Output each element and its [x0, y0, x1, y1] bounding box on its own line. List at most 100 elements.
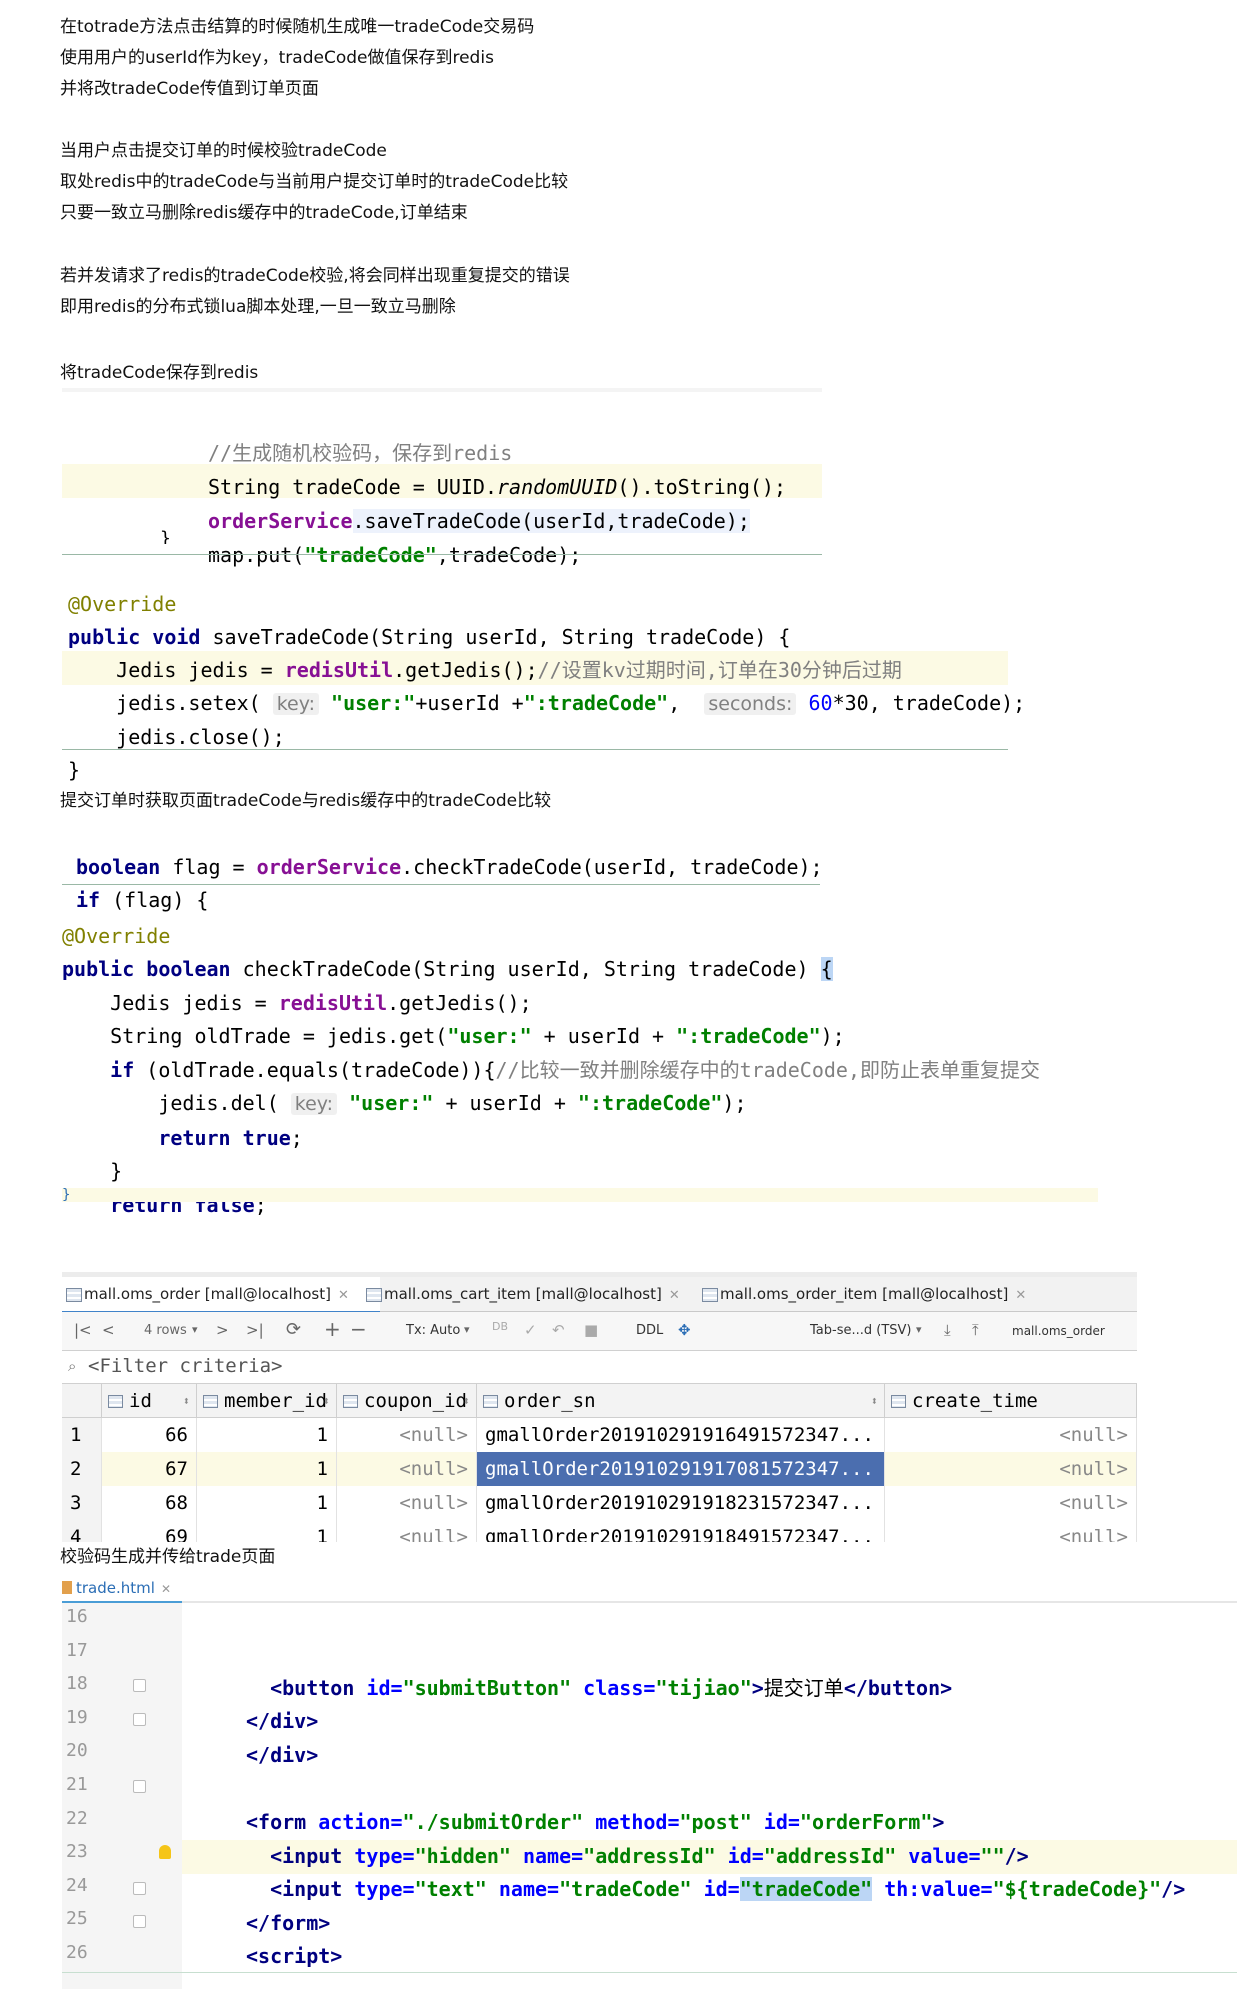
table-name-label: mall.oms_order	[1012, 1324, 1105, 1338]
close-icon[interactable]: ✕	[669, 1288, 680, 1303]
table-icon	[366, 1288, 382, 1302]
note-line: 取处redis中的tradeCode与当前用户提交订单时的tradeCode比较	[60, 172, 569, 192]
cell-coupon-id[interactable]: <null>	[337, 1486, 477, 1520]
cell-coupon-id[interactable]: <null>	[337, 1520, 477, 1542]
code-line: String tradeCode = UUID.randomUUID().toS…	[208, 475, 786, 499]
close-icon[interactable]: ✕	[1015, 1288, 1026, 1303]
cell-id[interactable]: 68	[102, 1486, 197, 1520]
line-number: 24	[66, 1874, 88, 1896]
cell-member-id[interactable]: 1	[197, 1486, 337, 1520]
column-header-member-id[interactable]: member_id ⬍	[197, 1384, 337, 1418]
chevron-down-icon: ▾	[464, 1323, 470, 1336]
cell-create-time[interactable]: <null>	[885, 1418, 1137, 1452]
commit-icon[interactable]: ✓	[524, 1321, 537, 1339]
cell-order-sn[interactable]: gmallOrder201910291916491572347...	[477, 1418, 885, 1452]
key-column-icon	[108, 1395, 123, 1408]
sort-icon[interactable]: ⬍	[463, 1384, 470, 1418]
fold-icon[interactable]	[133, 1679, 146, 1692]
row-number: 1	[62, 1418, 102, 1452]
tab-oms-order-item[interactable]: mall.oms_order_item [mall@localhost] ✕	[698, 1277, 1050, 1311]
table-row[interactable]: 4 69 1 <null> gmallOrder20191029191849157234…	[62, 1520, 1137, 1542]
line-number: 21	[66, 1774, 88, 1795]
lightbulb-icon[interactable]	[159, 1845, 171, 1859]
rollback-icon[interactable]: ↶	[552, 1321, 565, 1339]
cell-coupon-id[interactable]: <null>	[337, 1452, 477, 1486]
filter-bar[interactable]: ⌕ <Filter criteria>	[62, 1351, 1137, 1384]
download-icon[interactable]: ⤓	[944, 1321, 951, 1339]
column-header-order-sn[interactable]: order_sn ⬍	[477, 1384, 885, 1418]
column-header-id[interactable]: id ⬍	[102, 1384, 197, 1418]
line-number: 25	[66, 1908, 88, 1930]
sort-icon[interactable]: ⬍	[871, 1384, 878, 1418]
cell-member-id[interactable]: 1	[197, 1520, 337, 1542]
code-line: public void saveTradeCode(String userId,…	[68, 625, 791, 649]
db-tab-bar: mall.oms_order [mall@localhost] ✕ mall.om…	[62, 1277, 1137, 1314]
column-header-coupon-id[interactable]: coupon_id ⬍	[337, 1384, 477, 1418]
close-icon[interactable]: ✕	[161, 1582, 171, 1596]
cell-id[interactable]: 69	[102, 1520, 197, 1542]
cell-create-time[interactable]: <null>	[885, 1520, 1137, 1542]
cell-order-sn[interactable]: gmallOrder201910291918491572347...	[477, 1520, 885, 1542]
html-file-icon	[62, 1581, 72, 1594]
column-icon	[483, 1395, 498, 1408]
fold-icon[interactable]	[133, 1882, 146, 1895]
fold-icon[interactable]	[133, 1915, 146, 1928]
sort-icon[interactable]: ⬍	[183, 1384, 190, 1418]
tab-oms-order[interactable]: mall.oms_order [mall@localhost] ✕	[62, 1277, 380, 1314]
code-line: jedis.del( key: "user:" + userId + ":tra…	[158, 1091, 747, 1115]
table-row[interactable]: 1 66 1 <null> gmallOrder20191029191649157234…	[62, 1418, 1137, 1452]
note-paragraph-1: 在totrade方法点击结算的时候随机生成唯一tradeCode交易码 使用用户…	[60, 12, 534, 105]
refresh-icon[interactable]: ⟳	[286, 1319, 301, 1340]
stop-icon[interactable]: ■	[584, 1321, 598, 1339]
first-page-icon[interactable]: |<	[74, 1321, 92, 1339]
previous-page-icon[interactable]: <	[102, 1321, 115, 1339]
note-line: 当用户点击提交订单的时候校验tradeCode	[60, 141, 387, 161]
sort-icon[interactable]: ⬍	[323, 1384, 330, 1418]
code-line: Jedis jedis = redisUtil.getJedis();//设置k…	[116, 658, 902, 682]
db-icon[interactable]: DB	[492, 1320, 508, 1333]
upload-icon[interactable]: ⤒	[972, 1321, 979, 1339]
cell-member-id[interactable]: 1	[197, 1452, 337, 1486]
pin-icon[interactable]: ✥	[678, 1321, 691, 1339]
cell-order-sn[interactable]: gmallOrder201910291918231572347...	[477, 1486, 885, 1520]
cell-order-sn[interactable]: gmallOrder201910291917081572347...	[477, 1452, 885, 1486]
code-line: Jedis jedis = redisUtil.getJedis();	[110, 990, 532, 1015]
code-line: <button id="submitButton" class="tijiao"…	[270, 1675, 953, 1700]
cell-id[interactable]: 67	[102, 1452, 197, 1486]
cell-id[interactable]: 66	[102, 1418, 197, 1452]
column-header-create-time[interactable]: create_time	[885, 1384, 1137, 1418]
cell-coupon-id[interactable]: <null>	[337, 1418, 477, 1452]
line-number: 22	[66, 1807, 88, 1829]
search-icon: ⌕	[68, 1357, 77, 1375]
remove-row-icon[interactable]: −	[350, 1317, 367, 1341]
cell-create-time[interactable]: <null>	[885, 1452, 1137, 1486]
section-heading-save: 将tradeCode保存到redis	[60, 363, 259, 383]
code-comment: //生成随机校验码，保存到redis	[208, 441, 513, 465]
export-format-dropdown[interactable]: Tab-se...d (TSV)	[810, 1323, 911, 1338]
note-paragraph-2: 当用户点击提交订单的时候校验tradeCode 取处redis中的tradeCo…	[60, 136, 568, 229]
transaction-mode-dropdown[interactable]: Tx: Auto	[406, 1323, 460, 1338]
close-icon[interactable]: ✕	[338, 1288, 349, 1303]
row-number: 3	[62, 1486, 102, 1520]
column-icon	[343, 1395, 358, 1408]
next-page-icon[interactable]: >	[216, 1321, 229, 1339]
line-number: 20	[66, 1740, 88, 1762]
add-row-icon[interactable]: +	[324, 1317, 341, 1341]
tab-oms-cart-item[interactable]: mall.oms_cart_item [mall@localhost] ✕	[362, 1277, 714, 1311]
code-snippet-check-trade-code: @Override public boolean checkTradeCode(S…	[62, 886, 1098, 1217]
filter-input[interactable]: <Filter criteria>	[88, 1355, 282, 1377]
fold-icon[interactable]	[133, 1780, 146, 1793]
cell-create-time[interactable]: <null>	[885, 1486, 1137, 1520]
table-row[interactable]: 2 67 1 <null> gmallOrder20191029191708157234…	[62, 1452, 1137, 1486]
last-page-icon[interactable]: >|	[246, 1321, 264, 1339]
fold-icon[interactable]	[133, 1713, 146, 1726]
cell-member-id[interactable]: 1	[197, 1418, 337, 1452]
chevron-down-icon: ▾	[192, 1323, 198, 1336]
db-toolbar: |< < 4 rows ▾ > >| ⟳ + − Tx: Auto ▾ DB ✓…	[62, 1312, 1137, 1351]
rows-count-dropdown[interactable]: 4 rows	[144, 1323, 187, 1338]
note-line: 只要一致立马删除redis缓存中的tradeCode,订单结束	[60, 203, 468, 223]
tab-trade-html[interactable]: trade.html ✕	[62, 1575, 171, 1601]
ddl-button[interactable]: DDL	[636, 1323, 663, 1338]
table-row[interactable]: 3 68 1 <null> gmallOrder20191029191823157234…	[62, 1486, 1137, 1520]
code-line: </div>	[246, 1709, 319, 1734]
